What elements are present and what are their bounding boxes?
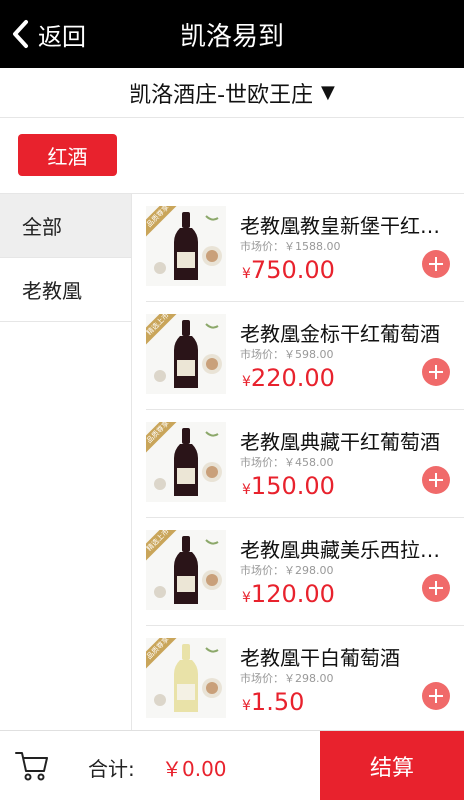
- product-name: 老教凰典藏美乐西拉干红: [240, 538, 446, 562]
- market-price: 市场价：￥298.00: [240, 564, 334, 577]
- market-price: 市场价：￥1588.00: [240, 240, 341, 253]
- currency-symbol: ¥: [242, 266, 251, 282]
- product-price: ¥150.00: [242, 472, 335, 500]
- price-value: 750.00: [250, 256, 335, 284]
- product-name: 老教凰教皇新堡干红葡萄酒: [240, 214, 446, 238]
- product-name: 老教凰典藏干红葡萄酒: [240, 430, 440, 454]
- dropdown-arrow-icon: ▼: [321, 82, 335, 103]
- product-price: ¥750.00: [242, 256, 335, 284]
- product-item[interactable]: 精选上市 老教凰典藏美乐西拉干红市场价：￥298.00 ¥120.00: [146, 518, 464, 626]
- app-root: 返回 凯洛易到 凯洛酒庄-世欧王庄 ▼ 红酒 全部 老教凰 品质尊享 老教凰教皇新…: [0, 0, 464, 800]
- product-image: 品质尊享: [146, 422, 226, 502]
- cart-button[interactable]: [14, 749, 50, 783]
- store-name: 凯洛酒庄-世欧王庄: [129, 82, 314, 108]
- checkout-button[interactable]: 结算: [320, 731, 464, 800]
- bottom-bar: 合计: ￥0.00 结算: [0, 730, 464, 800]
- currency-symbol: ¥: [242, 590, 251, 606]
- page-title: 凯洛易到: [179, 21, 284, 52]
- product-name: 老教凰干白葡萄酒: [240, 646, 400, 670]
- product-price: ¥220.00: [242, 364, 335, 392]
- add-to-cart-button[interactable]: [422, 250, 450, 278]
- product-image: 精选上市: [146, 530, 226, 610]
- currency-symbol: ¥: [242, 482, 251, 498]
- product-item[interactable]: 精选上市 老教凰金标干红葡萄酒市场价：￥598.00 ¥220.00: [146, 302, 464, 410]
- market-price: 市场价：￥458.00: [240, 456, 334, 469]
- product-image: 精选上市: [146, 314, 226, 394]
- price-value: 1.50: [250, 688, 305, 716]
- add-to-cart-button[interactable]: [422, 682, 450, 710]
- add-to-cart-button[interactable]: [422, 466, 450, 494]
- market-price: 市场价：￥298.00: [240, 672, 334, 685]
- category-chip-red-wine[interactable]: 红酒: [18, 134, 117, 176]
- price-value: 150.00: [250, 472, 335, 500]
- total-label: 合计:: [88, 757, 135, 781]
- price-value: 120.00: [250, 580, 335, 608]
- product-image: 品质尊享: [146, 206, 226, 286]
- product-name: 老教凰金标干红葡萄酒: [240, 322, 440, 346]
- product-price: ¥1.50: [242, 688, 304, 716]
- shopping-cart-icon: [15, 752, 48, 781]
- currency-symbol: ¥: [242, 698, 251, 714]
- product-item[interactable]: 品质尊享 老教凰典藏干红葡萄酒市场价：￥458.00 ¥150.00: [146, 410, 464, 518]
- add-to-cart-button[interactable]: [422, 358, 450, 386]
- store-selector[interactable]: 凯洛酒庄-世欧王庄 ▼: [0, 68, 464, 118]
- price-value: 220.00: [250, 364, 335, 392]
- add-to-cart-button[interactable]: [422, 574, 450, 602]
- sidebar-item-all[interactable]: 全部: [0, 194, 131, 258]
- market-price: 市场价：￥598.00: [240, 348, 334, 361]
- product-image: 品质尊享: [146, 638, 226, 718]
- product-item[interactable]: 品质尊享 老教凰干白葡萄酒市场价：￥298.00 ¥1.50: [146, 626, 464, 730]
- sidebar-item-brand[interactable]: 老教凰: [0, 258, 131, 322]
- product-price: ¥120.00: [242, 580, 335, 608]
- total-amount: ￥0.00: [162, 757, 227, 781]
- sidebar: 全部 老教凰: [0, 194, 132, 730]
- product-list: 品质尊享老教凰教皇新堡干红葡萄酒市场价：￥1588.00¥750.00精选上市老…: [132, 194, 464, 730]
- top-nav-bar: 返回 凯洛易到: [0, 0, 464, 68]
- product-item[interactable]: 品质尊享老教凰教皇新堡干红葡萄酒市场价：￥1588.00 ¥750.00: [146, 194, 464, 302]
- currency-symbol: ¥: [242, 374, 251, 390]
- category-chip-bar: 红酒: [0, 118, 464, 194]
